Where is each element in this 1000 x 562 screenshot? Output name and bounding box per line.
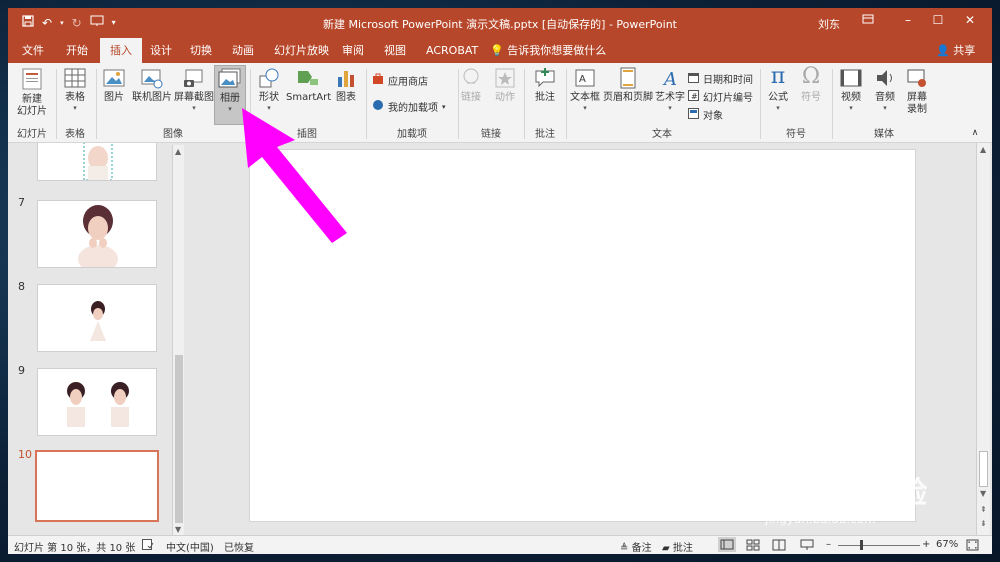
watermark-brand: Baidu经验: [765, 476, 929, 511]
watermark-url: jingyan.baidu.com: [765, 512, 876, 526]
baidu-watermark: Baidu经验 jingyan.baidu.com: [765, 468, 928, 526]
